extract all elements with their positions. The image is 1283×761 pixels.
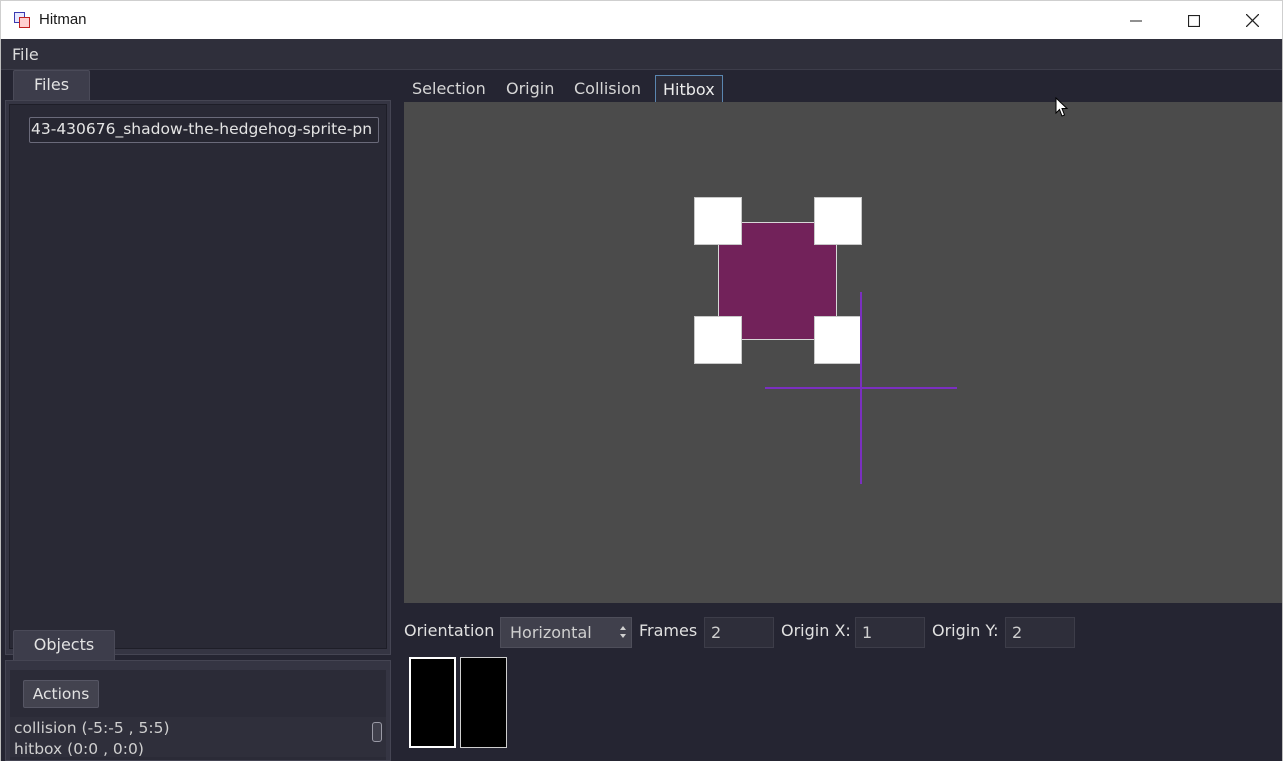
actions-button[interactable]: Actions: [23, 680, 99, 708]
origin-x-input[interactable]: 1: [855, 617, 925, 648]
menu-file[interactable]: File: [12, 45, 39, 64]
sprite-canvas[interactable]: [404, 102, 1282, 603]
close-button[interactable]: [1223, 1, 1281, 40]
resize-handle-bottom-left[interactable]: [694, 316, 742, 364]
frames-label: Frames: [639, 621, 698, 640]
close-icon: [1245, 14, 1259, 27]
files-panel: 43-430676_shadow-the-hedgehog-sprite-pn: [5, 100, 391, 655]
mouse-cursor-icon: [1055, 97, 1069, 117]
list-item[interactable]: hitbox (0:0 , 0:0): [14, 740, 144, 757]
tab-selection[interactable]: Selection: [412, 75, 486, 103]
origin-y-label: Origin Y:: [932, 621, 999, 640]
frames-input[interactable]: 2: [704, 617, 774, 648]
frame-thumbnail[interactable]: [460, 657, 507, 748]
scrollbar-thumb[interactable]: [372, 722, 382, 742]
frame-thumbnail[interactable]: [409, 657, 456, 748]
orientation-label: Orientation: [404, 621, 495, 640]
tab-origin[interactable]: Origin: [506, 75, 554, 103]
title-bar: Hitman: [0, 0, 1283, 39]
list-item[interactable]: collision (-5:-5 , 5:5): [14, 719, 170, 737]
tab-files[interactable]: Files: [13, 70, 90, 101]
origin-x-label: Origin X:: [781, 621, 851, 640]
orientation-select[interactable]: Horizontal: [500, 617, 632, 648]
tab-collision[interactable]: Collision: [574, 75, 641, 103]
app-icon: [14, 12, 31, 29]
resize-handle-top-right[interactable]: [814, 197, 862, 245]
origin-crosshair-vertical: [860, 292, 862, 484]
updown-arrows-icon: [620, 626, 626, 638]
maximize-button[interactable]: [1165, 1, 1223, 40]
objects-panel: Actions collision (-5:-5 , 5:5) hitbox (…: [5, 660, 391, 761]
resize-handle-bottom-right[interactable]: [814, 316, 862, 364]
tab-objects[interactable]: Objects: [13, 630, 115, 661]
resize-handle-top-left[interactable]: [694, 197, 742, 245]
tab-hitbox[interactable]: Hitbox: [655, 75, 723, 103]
file-item[interactable]: 43-430676_shadow-the-hedgehog-sprite-pn: [29, 117, 379, 143]
origin-y-input[interactable]: 2: [1005, 617, 1075, 648]
objects-list: collision (-5:-5 , 5:5) hitbox (0:0 , 0:…: [10, 717, 386, 757]
window-title: Hitman: [39, 11, 87, 28]
minimize-icon: [1130, 20, 1142, 21]
menu-bar: File: [1, 39, 1282, 70]
maximize-icon: [1188, 14, 1200, 27]
minimize-button[interactable]: [1107, 1, 1165, 40]
files-list: 43-430676_shadow-the-hedgehog-sprite-pn: [9, 104, 387, 649]
orientation-value: Horizontal: [510, 623, 592, 642]
app-window: File Files 43-430676_shadow-the-hedgehog…: [0, 39, 1283, 761]
